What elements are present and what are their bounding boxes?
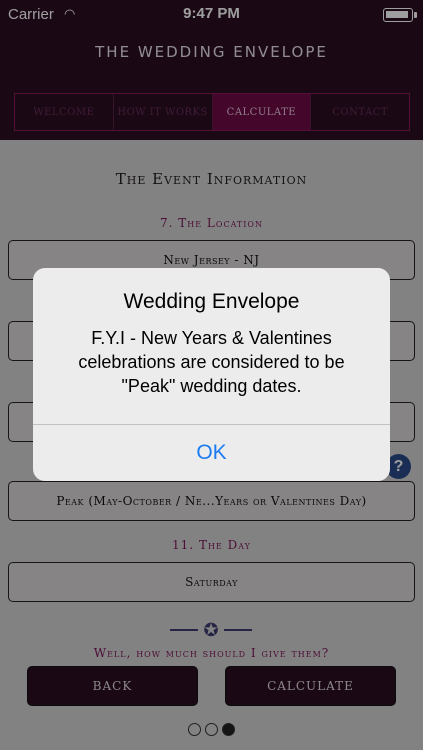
ok-button[interactable]: OK <box>33 425 390 481</box>
alert-title: Wedding Envelope <box>123 290 300 313</box>
alert-message: F.Y.I - New Years & Valentines celebrati… <box>78 328 345 396</box>
alert-dialog: Wedding Envelope F.Y.I - New Years & Val… <box>33 268 390 481</box>
